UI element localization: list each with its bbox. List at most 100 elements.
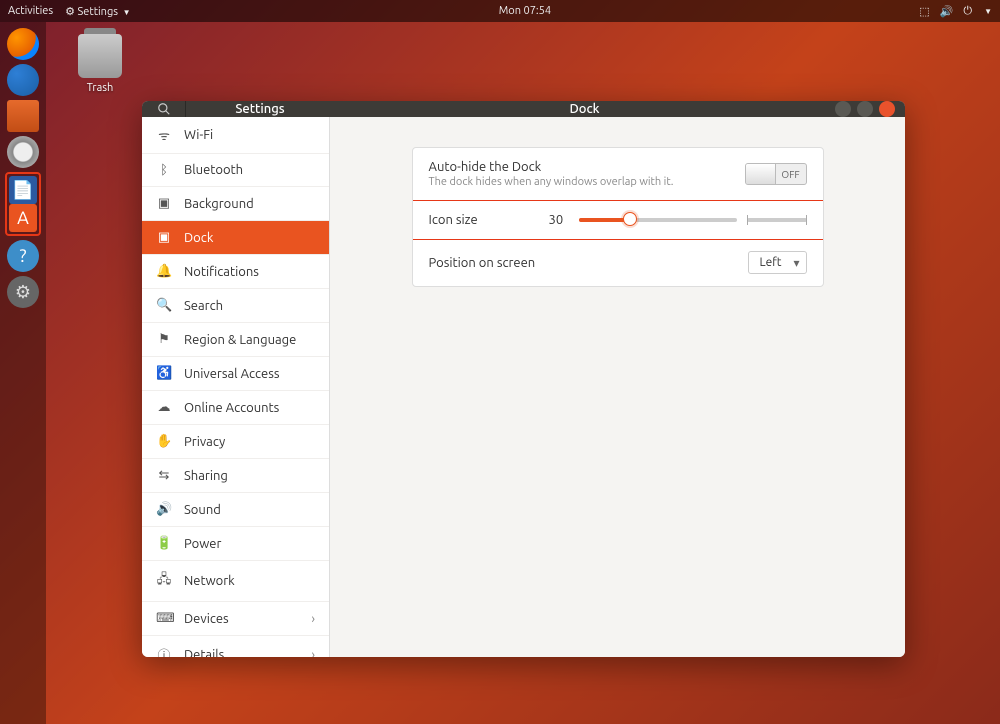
window-page-title: Dock: [334, 102, 835, 116]
sound-icon: 🔊: [156, 502, 172, 517]
settings-sidebar: ᯤ Wi-Fi ᛒ Bluetooth ▣ Background ▣ Dock 🔔 Not…: [142, 117, 330, 657]
toggle-state: OFF: [776, 169, 806, 180]
autohide-toggle[interactable]: OFF: [745, 163, 807, 185]
thunderbird-icon[interactable]: [7, 64, 39, 96]
sidebar-item-network[interactable]: 🖧 Network: [142, 561, 329, 602]
sidebar-item-privacy[interactable]: ✋ Privacy: [142, 425, 329, 459]
sidebar-item-label: Sound: [184, 503, 221, 517]
settings-icon[interactable]: ⚙: [7, 276, 39, 308]
libreoffice-writer-icon[interactable]: 📄: [9, 176, 37, 204]
search-icon: [157, 102, 171, 116]
sidebar-item-universal-access[interactable]: ♿ Universal Access: [142, 357, 329, 391]
sidebar-item-bluetooth[interactable]: ᛒ Bluetooth: [142, 154, 329, 187]
sidebar-item-power[interactable]: 🔋 Power: [142, 527, 329, 561]
ubuntu-software-icon[interactable]: A: [9, 204, 37, 232]
accessibility-icon: ♿: [156, 366, 172, 381]
slider-thumb[interactable]: [623, 212, 637, 226]
app-menu[interactable]: ⚙ Settings ▼: [65, 5, 130, 18]
sidebar-item-label: Region & Language: [184, 333, 296, 347]
activities-button[interactable]: Activities: [8, 5, 53, 17]
top-bar: Activities ⚙ Settings ▼ Mon 07:54 ⬚ 🔊 ⏻ …: [0, 0, 1000, 22]
titlebar: Settings Dock: [142, 101, 905, 117]
sidebar-item-devices[interactable]: ⌨Devices›: [142, 602, 329, 636]
slider-range-marks: [747, 218, 807, 222]
icon-size-row: Icon size 30: [412, 200, 824, 240]
sidebar-item-label: Online Accounts: [184, 401, 279, 415]
settings-window: Settings Dock ᯤ Wi-Fi ᛒ Bluetooth ▣ Backgro…: [142, 101, 905, 657]
maximize-button[interactable]: [857, 101, 873, 117]
sidebar-item-search[interactable]: 🔍 Search: [142, 289, 329, 323]
trash-label: Trash: [72, 82, 128, 94]
dock-highlight: 📄 A: [5, 172, 41, 236]
window-app-title: Settings: [186, 102, 334, 116]
help-icon[interactable]: ?: [7, 240, 39, 272]
clock[interactable]: Mon 07:54: [131, 5, 920, 17]
icon-size-label: Icon size: [429, 213, 549, 227]
share-icon: ⇆: [156, 468, 172, 483]
sidebar-item-online-accounts[interactable]: ☁ Online Accounts: [142, 391, 329, 425]
trash-desktop-icon[interactable]: Trash: [72, 34, 128, 94]
icon-size-value: 30: [549, 213, 564, 227]
search-icon: 🔍: [156, 298, 172, 313]
dock-icon: ▣: [156, 230, 172, 245]
devices-icon: ⌨: [156, 611, 172, 626]
volume-icon[interactable]: 🔊: [940, 5, 954, 18]
sidebar-item-region[interactable]: ⚑ Region & Language: [142, 323, 329, 357]
dock-settings-panel: Auto-hide the Dock The dock hides when a…: [412, 147, 824, 287]
chevron-right-icon: ›: [311, 648, 315, 658]
region-icon: ⚑: [156, 332, 172, 347]
position-row: Position on screen Left: [413, 239, 823, 286]
sidebar-item-notifications[interactable]: 🔔 Notifications: [142, 255, 329, 289]
position-value: Left: [759, 256, 781, 269]
minimize-button[interactable]: [835, 101, 851, 117]
autohide-title: Auto-hide the Dock: [429, 160, 745, 174]
icon-size-slider[interactable]: [579, 218, 736, 222]
rhythmbox-icon[interactable]: [7, 136, 39, 168]
sidebar-item-label: Details: [184, 648, 224, 658]
sidebar-item-label: Bluetooth: [184, 163, 243, 177]
sidebar-item-dock[interactable]: ▣ Dock: [142, 221, 329, 255]
autohide-subtitle: The dock hides when any windows overlap …: [429, 176, 745, 188]
autohide-row: Auto-hide the Dock The dock hides when a…: [413, 148, 823, 201]
network-icon[interactable]: ⬚: [919, 5, 929, 18]
position-label: Position on screen: [429, 256, 749, 270]
settings-content: Auto-hide the Dock The dock hides when a…: [330, 117, 905, 657]
app-menu-label: Settings: [78, 6, 119, 18]
battery-icon: 🔋: [156, 536, 172, 551]
network-icon: 🖧: [156, 570, 172, 592]
sidebar-item-label: Sharing: [184, 469, 228, 483]
sidebar-item-label: Power: [184, 537, 221, 551]
hand-icon: ✋: [156, 434, 172, 449]
chevron-down-icon[interactable]: ▼: [984, 7, 992, 16]
sidebar-item-label: Background: [184, 197, 254, 211]
bell-icon: 🔔: [156, 264, 172, 279]
sidebar-item-label: Network: [184, 574, 235, 588]
sidebar-item-label: Notifications: [184, 265, 259, 279]
sidebar-item-details[interactable]: ⓘDetails›: [142, 636, 329, 657]
sidebar-item-sound[interactable]: 🔊 Sound: [142, 493, 329, 527]
bluetooth-icon: ᛒ: [156, 163, 172, 177]
search-button[interactable]: [142, 101, 186, 117]
firefox-icon[interactable]: [7, 28, 39, 60]
chevron-right-icon: ›: [311, 612, 315, 626]
background-icon: ▣: [156, 196, 172, 211]
trash-icon: [78, 34, 122, 78]
sidebar-item-label: Privacy: [184, 435, 225, 449]
sidebar-item-sharing[interactable]: ⇆ Sharing: [142, 459, 329, 493]
files-icon[interactable]: [7, 100, 39, 132]
dock: 📄 A ? ⚙: [0, 22, 46, 724]
sidebar-item-label: Dock: [184, 231, 213, 245]
power-icon[interactable]: ⏻: [963, 5, 972, 18]
close-button[interactable]: [879, 101, 895, 117]
position-dropdown[interactable]: Left: [748, 251, 806, 274]
cloud-icon: ☁: [156, 400, 172, 415]
sidebar-item-background[interactable]: ▣ Background: [142, 187, 329, 221]
sidebar-item-label: Universal Access: [184, 367, 279, 381]
toggle-knob: [746, 164, 776, 184]
chevron-down-icon: ▼: [123, 8, 131, 17]
sidebar-item-label: Search: [184, 299, 223, 313]
settings-icon: ⚙: [65, 6, 75, 18]
wifi-icon: ᯤ: [156, 126, 172, 144]
sidebar-item-wifi[interactable]: ᯤ Wi-Fi: [142, 117, 329, 154]
sidebar-item-label: Wi-Fi: [184, 128, 213, 142]
